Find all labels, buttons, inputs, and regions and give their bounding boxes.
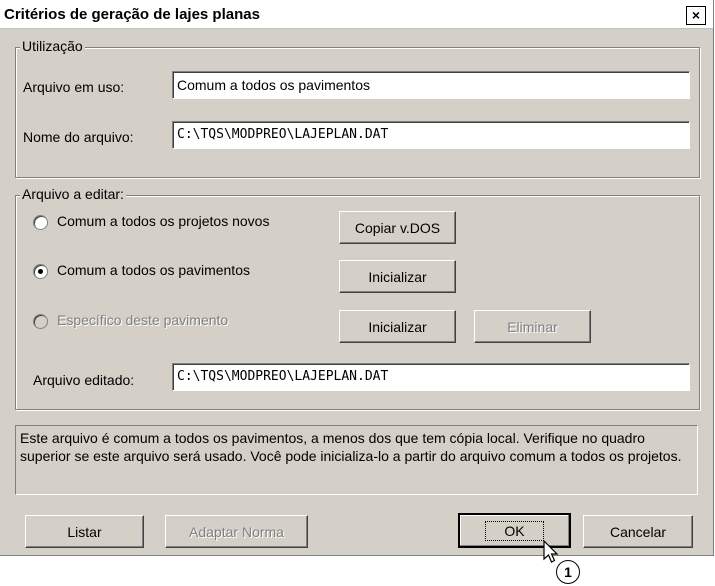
list-button-label: Listar (67, 523, 102, 540)
initialize-button-1[interactable]: Inicializar (339, 260, 456, 293)
edit-group-legend: Arquivo a editar: (20, 186, 126, 202)
adapt-standard-button-label: Adaptar Norma (189, 523, 284, 540)
list-button[interactable]: Listar (25, 515, 144, 548)
radio-all-floors[interactable] (33, 264, 48, 279)
adapt-standard-button[interactable]: Adaptar Norma (165, 515, 308, 548)
radio-selected-dot (38, 269, 43, 274)
criteria-dialog: Critérios de geração de lajes planas × U… (0, 0, 714, 556)
file-name-field[interactable]: C:\TQS\MODPREO\LAJEPLAN.DAT (172, 121, 690, 149)
file-in-use-field[interactable]: Comum a todos os pavimentos (172, 71, 690, 99)
radio-new-projects-label[interactable]: Comum a todos os projetos novos (57, 213, 269, 229)
file-name-value: C:\TQS\MODPREO\LAJEPLAN.DAT (177, 127, 389, 142)
file-in-use-value: Comum a todos os pavimentos (177, 77, 370, 93)
edited-file-label: Arquivo editado: (33, 372, 135, 388)
usage-group (15, 47, 700, 178)
initialize-button-1-label: Inicializar (368, 268, 427, 285)
delete-button[interactable]: Eliminar (474, 310, 591, 343)
file-name-label: Nome do arquivo: (23, 129, 134, 145)
step-callout-marker: 1 (556, 560, 580, 584)
initialize-button-2-label: Inicializar (368, 318, 427, 335)
file-in-use-label: Arquivo em uso: (23, 79, 125, 95)
close-button[interactable]: × (686, 6, 706, 25)
ok-button-label: OK (485, 520, 544, 541)
usage-group-legend: Utilização (20, 38, 85, 54)
title-bar: Critérios de geração de lajes planas × (0, 0, 713, 29)
radio-specific-floor-label[interactable]: Específico deste pavimento (57, 312, 228, 328)
copy-dos-button[interactable]: Copiar v.DOS (339, 211, 456, 244)
radio-all-floors-label[interactable]: Comum a todos os pavimentos (57, 262, 250, 278)
info-text: Este arquivo é comum a todos os paviment… (20, 430, 682, 464)
copy-dos-button-label: Copiar v.DOS (354, 219, 441, 236)
info-text-box: Este arquivo é comum a todos os paviment… (15, 425, 698, 495)
window-title: Critérios de geração de lajes planas (4, 6, 260, 23)
close-icon: × (691, 7, 701, 23)
cancel-button[interactable]: Cancelar (583, 515, 693, 548)
step-callout-number: 1 (564, 564, 572, 580)
initialize-button-2[interactable]: Inicializar (339, 310, 456, 343)
radio-new-projects[interactable] (33, 215, 48, 230)
radio-specific-floor[interactable] (33, 314, 48, 329)
delete-button-label: Eliminar (507, 318, 558, 335)
edited-file-value: C:\TQS\MODPREO\LAJEPLAN.DAT (177, 369, 389, 384)
edited-file-field[interactable]: C:\TQS\MODPREO\LAJEPLAN.DAT (172, 363, 690, 391)
cancel-button-label: Cancelar (609, 523, 667, 540)
